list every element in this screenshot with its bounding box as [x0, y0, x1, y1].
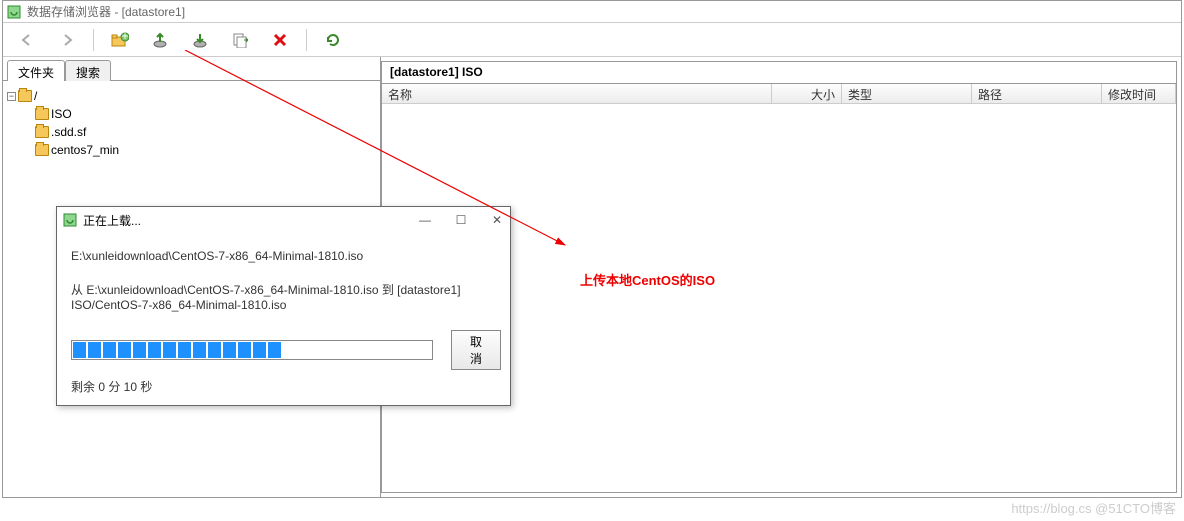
grid-header: 名称 大小 类型 路径 修改时间 — [382, 84, 1176, 104]
progress-segment — [373, 342, 386, 358]
maximize-icon[interactable]: ☐ — [454, 213, 468, 227]
progress-segment — [238, 342, 251, 358]
tree-item[interactable]: centos7_min — [7, 141, 376, 159]
tab-folders[interactable]: 文件夹 — [7, 60, 65, 81]
tree-item-label: .sdd.sf — [51, 125, 86, 139]
col-path[interactable]: 路径 — [972, 84, 1102, 103]
folder-icon — [35, 144, 49, 156]
time-remaining: 剩余 0 分 10 秒 — [71, 378, 496, 395]
watermark: https://blog.cs @51CTO博客 — [1011, 498, 1176, 517]
new-folder-icon[interactable]: + — [102, 27, 138, 53]
tabs: 文件夹 搜索 — [3, 57, 380, 81]
progress-segment — [133, 342, 146, 358]
progress-segment — [283, 342, 296, 358]
close-icon[interactable]: ✕ — [490, 213, 504, 227]
progress-segment — [343, 342, 356, 358]
progress-segment — [163, 342, 176, 358]
collapse-icon[interactable]: − — [7, 92, 16, 101]
progress-segment — [88, 342, 101, 358]
folder-icon — [35, 108, 49, 120]
folder-icon — [35, 126, 49, 138]
progress-bar — [71, 340, 433, 360]
progress-segment — [268, 342, 281, 358]
progress-segment — [118, 342, 131, 358]
progress-segment — [253, 342, 266, 358]
progress-segment — [223, 342, 236, 358]
upload-dialog: 正在上载... — ☐ ✕ E:\xunleidownload\CentOS-7… — [56, 206, 511, 406]
refresh-icon[interactable] — [315, 27, 351, 53]
path-bar: [datastore1] ISO — [382, 62, 1176, 84]
cancel-button[interactable]: 取消 — [451, 330, 501, 370]
tree-root[interactable]: − / — [7, 87, 376, 105]
progress-segment — [73, 342, 86, 358]
app-icon — [7, 5, 21, 19]
tree-item[interactable]: .sdd.sf — [7, 123, 376, 141]
col-name[interactable]: 名称 — [382, 84, 772, 103]
svg-text:+: + — [121, 32, 128, 43]
progress-segment — [298, 342, 311, 358]
progress-segment — [358, 342, 371, 358]
separator — [93, 29, 94, 51]
progress-segment — [388, 342, 401, 358]
col-size[interactable]: 大小 — [772, 84, 842, 103]
progress-segment — [418, 342, 431, 358]
tree-root-label: / — [34, 89, 37, 103]
window-title: 数据存储浏览器 - [datastore1] — [27, 3, 185, 20]
progress-segment — [178, 342, 191, 358]
forward-icon[interactable] — [49, 27, 85, 53]
delete-icon[interactable] — [262, 27, 298, 53]
annotation-text: 上传本地CentOS的ISO — [580, 270, 715, 289]
upload-source: E:\xunleidownload\CentOS-7-x86_64-Minima… — [71, 249, 496, 263]
tree-item-label: ISO — [51, 107, 72, 121]
back-icon[interactable] — [9, 27, 45, 53]
dialog-title: 正在上载... — [83, 212, 141, 229]
progress-segment — [403, 342, 416, 358]
app-icon — [63, 213, 77, 227]
download-icon[interactable] — [182, 27, 218, 53]
upload-desc: 从 E:\xunleidownload\CentOS-7-x86_64-Mini… — [71, 281, 496, 312]
separator — [306, 29, 307, 51]
progress-segment — [193, 342, 206, 358]
progress-segment — [208, 342, 221, 358]
progress-segment — [328, 342, 341, 358]
dialog-titlebar[interactable]: 正在上载... — ☐ ✕ — [57, 207, 510, 233]
minimize-icon[interactable]: — — [418, 213, 432, 227]
copy-icon[interactable] — [222, 27, 258, 53]
col-type[interactable]: 类型 — [842, 84, 972, 103]
titlebar: 数据存储浏览器 - [datastore1] — [3, 1, 1181, 23]
upload-icon[interactable] — [142, 27, 178, 53]
tree-item-label: centos7_min — [51, 143, 119, 157]
progress-segment — [103, 342, 116, 358]
folder-icon — [18, 90, 32, 102]
progress-segment — [148, 342, 161, 358]
tab-search[interactable]: 搜索 — [65, 60, 111, 81]
toolbar: + — [3, 23, 1181, 57]
tree-item[interactable]: ISO — [7, 105, 376, 123]
progress-segment — [313, 342, 326, 358]
col-mtime[interactable]: 修改时间 — [1102, 84, 1176, 103]
